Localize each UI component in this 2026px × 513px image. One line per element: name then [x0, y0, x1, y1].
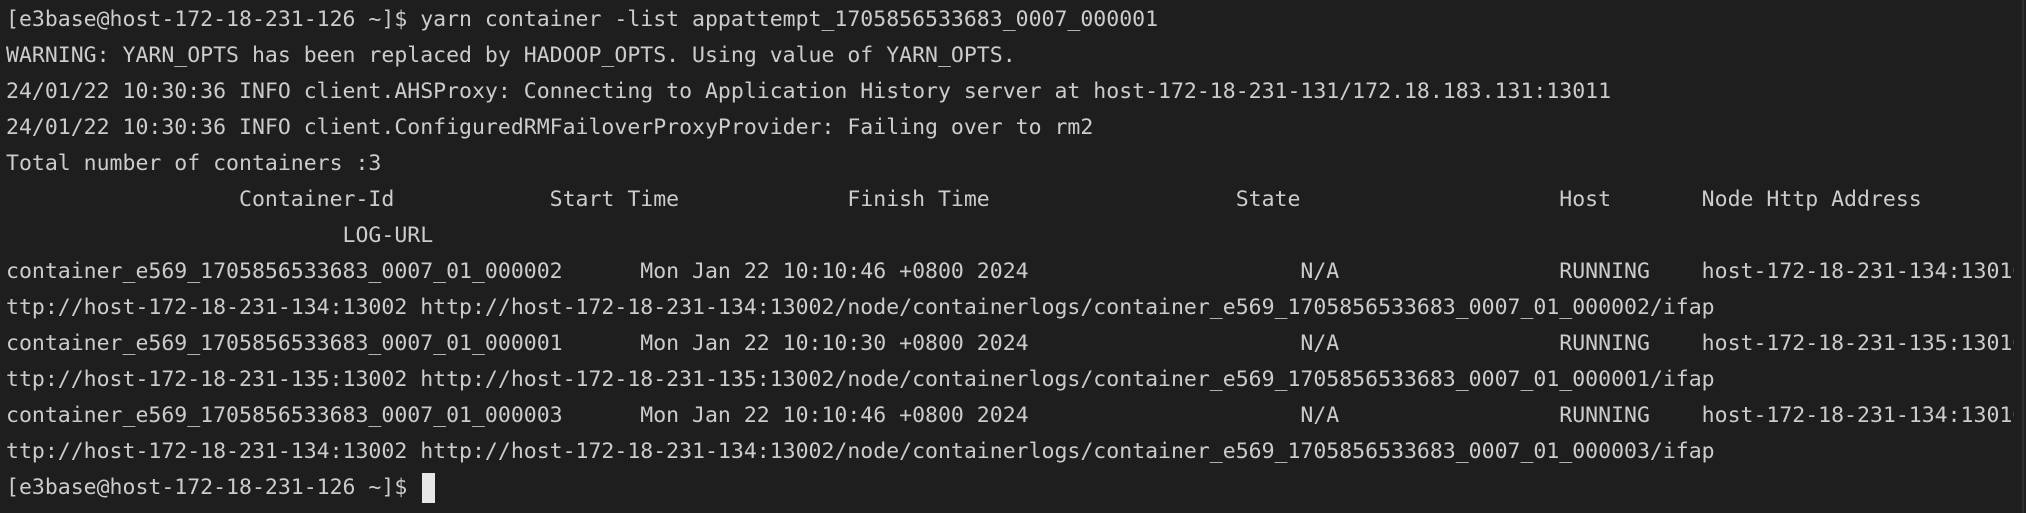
table-header-line: Container-Id Start Time Finish Time Stat… — [6, 187, 1922, 212]
table-row: container_e569_1705856533683_0007_01_000… — [6, 403, 2026, 428]
terminal-line: 24/01/22 10:30:36 INFO client.AHSProxy: … — [6, 79, 1612, 104]
vertical-scrollbar[interactable] — [2014, 0, 2026, 513]
terminal-line: [e3base@host-172-18-231-126 ~]$ yarn con… — [6, 7, 1159, 32]
table-row: ttp://host-172-18-231-135:13002 http://h… — [6, 367, 1715, 392]
terminal-window[interactable]: [e3base@host-172-18-231-126 ~]$ yarn con… — [0, 0, 2026, 513]
table-row: container_e569_1705856533683_0007_01_000… — [6, 259, 2026, 284]
scrollbar-track — [2022, 0, 2024, 513]
command-prompt-line[interactable]: [e3base@host-172-18-231-126 ~]$ — [6, 470, 2026, 506]
terminal-line: 24/01/22 10:30:36 INFO client.Configured… — [6, 115, 1094, 140]
table-row: container_e569_1705856533683_0007_01_000… — [6, 331, 2026, 356]
table-row: ttp://host-172-18-231-134:13002 http://h… — [6, 295, 1715, 320]
shell-prompt: [e3base@host-172-18-231-126 ~]$ — [6, 475, 421, 500]
table-header-line: LOG-URL — [6, 223, 434, 248]
table-row: ttp://host-172-18-231-134:13002 http://h… — [6, 439, 1715, 464]
text-cursor — [422, 473, 436, 503]
terminal-line: WARNING: YARN_OPTS has been replaced by … — [6, 43, 1016, 68]
terminal-line: Total number of containers :3 — [6, 151, 382, 176]
